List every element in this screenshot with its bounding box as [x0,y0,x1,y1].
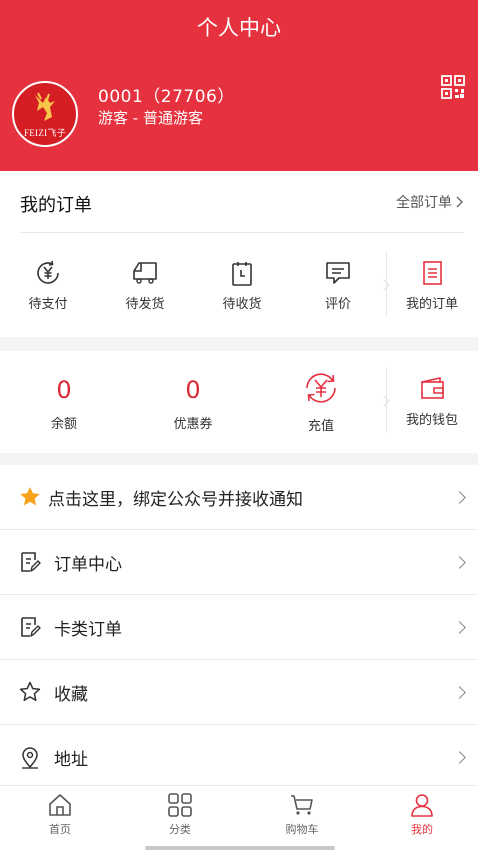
address-row[interactable]: 地址 [0,725,478,790]
yen-payment-icon [37,260,59,284]
order-pending-payment[interactable]: 待支付 [0,259,96,312]
star-icon [20,487,40,506]
star-outline-icon [19,681,41,702]
order-pending-shipment[interactable]: 待发货 [97,259,193,312]
order-center-row[interactable]: 订单中心 [0,530,478,595]
chevron-right-icon [453,490,466,504]
page-title: 个人中心 [197,16,281,40]
balance-item[interactable]: 0 余额 [16,373,112,432]
my-wallet-label: 我的钱包 [405,413,458,428]
favorites-row[interactable]: 收藏 [0,660,478,725]
comment-icon [326,262,350,284]
tab-cart-label: 购物车 [285,823,319,836]
all-orders-link[interactable]: 全部订单 [396,192,464,212]
avatar-brand-text: FEIZI飞子 [23,128,67,138]
order-pending-receipt[interactable]: 待收货 [194,259,290,312]
tab-mine[interactable]: 我的 [362,792,478,837]
card-orders-label: 卡类订单 [54,619,122,640]
profile-header: 个人中心 FEIZI飞子 0001（27706） 游客 - 普通游客 [0,0,478,171]
order-list-icon [423,261,442,285]
orders-card: 我的订单 全部订单 待支付 待发货 待收货 评价 我的订单 [0,171,478,337]
avatar[interactable]: FEIZI飞子 [12,81,78,147]
delivery-truck-icon [133,262,157,284]
bind-official-account-label: 点击这里，绑定公众号并接收通知 [48,489,303,510]
my-orders[interactable]: 我的订单 [386,259,478,312]
cart-icon [291,795,313,815]
card-orders-row[interactable]: 卡类订单 [0,595,478,660]
recharge-item[interactable]: 充值 [273,369,369,434]
orders-title: 我的订单 [20,195,92,216]
chevron-right-icon [453,620,466,634]
chevron-right-icon [456,196,463,208]
document-edit-icon [21,617,41,637]
user-level: 游客 - 普通游客 [98,109,203,127]
clipboard-clock-icon [232,262,252,286]
user-id: 0001（27706） [98,87,235,107]
chevron-right-icon [453,555,466,569]
bottom-tab-bar: 首页 分类 购物车 我的 [0,785,478,850]
order-center-label: 订单中心 [54,554,122,575]
coupon-value: 0 [185,376,201,404]
order-pending-receipt-label: 待收货 [222,297,262,312]
order-pending-shipment-label: 待发货 [125,297,165,312]
order-review[interactable]: 评价 [290,259,386,312]
tab-category-label: 分类 [169,823,191,836]
coupon-label: 优惠券 [173,417,213,432]
balance-label: 余额 [50,417,77,432]
tab-home[interactable]: 首页 [0,792,120,837]
user-icon [411,794,433,817]
wallet-card: 0 余额 0 优惠券 充值 我的钱包 [0,351,478,453]
wallet-icon [421,377,444,399]
chevron-right-icon [453,751,466,764]
coupon-item[interactable]: 0 优惠券 [145,373,241,432]
tab-cart[interactable]: 购物车 [242,792,362,837]
home-icon [49,794,71,816]
favorites-label: 收藏 [54,684,88,705]
my-wallet[interactable]: 我的钱包 [386,375,478,428]
divider [20,232,464,233]
order-review-label: 评价 [324,297,351,312]
tab-home-label: 首页 [49,823,71,836]
tab-category[interactable]: 分类 [120,792,240,837]
recharge-label: 充值 [307,419,334,434]
recharge-icon [306,373,336,403]
grid-icon [168,793,192,817]
bind-official-account-row[interactable]: 点击这里，绑定公众号并接收通知 [0,465,478,530]
order-pending-payment-label: 待支付 [28,297,68,312]
qr-code-icon[interactable] [441,75,465,99]
document-edit-icon [21,552,41,572]
address-label: 地址 [54,750,88,770]
my-orders-label: 我的订单 [405,297,458,312]
balance-value: 0 [56,376,72,404]
chevron-right-icon [453,685,466,699]
home-indicator [145,846,335,850]
location-pin-icon [22,746,38,769]
all-orders-label: 全部订单 [396,195,452,211]
menu-list: 点击这里，绑定公众号并接收通知 订单中心 卡类订单 收藏 地址 [0,465,478,785]
tab-mine-label: 我的 [411,823,433,836]
